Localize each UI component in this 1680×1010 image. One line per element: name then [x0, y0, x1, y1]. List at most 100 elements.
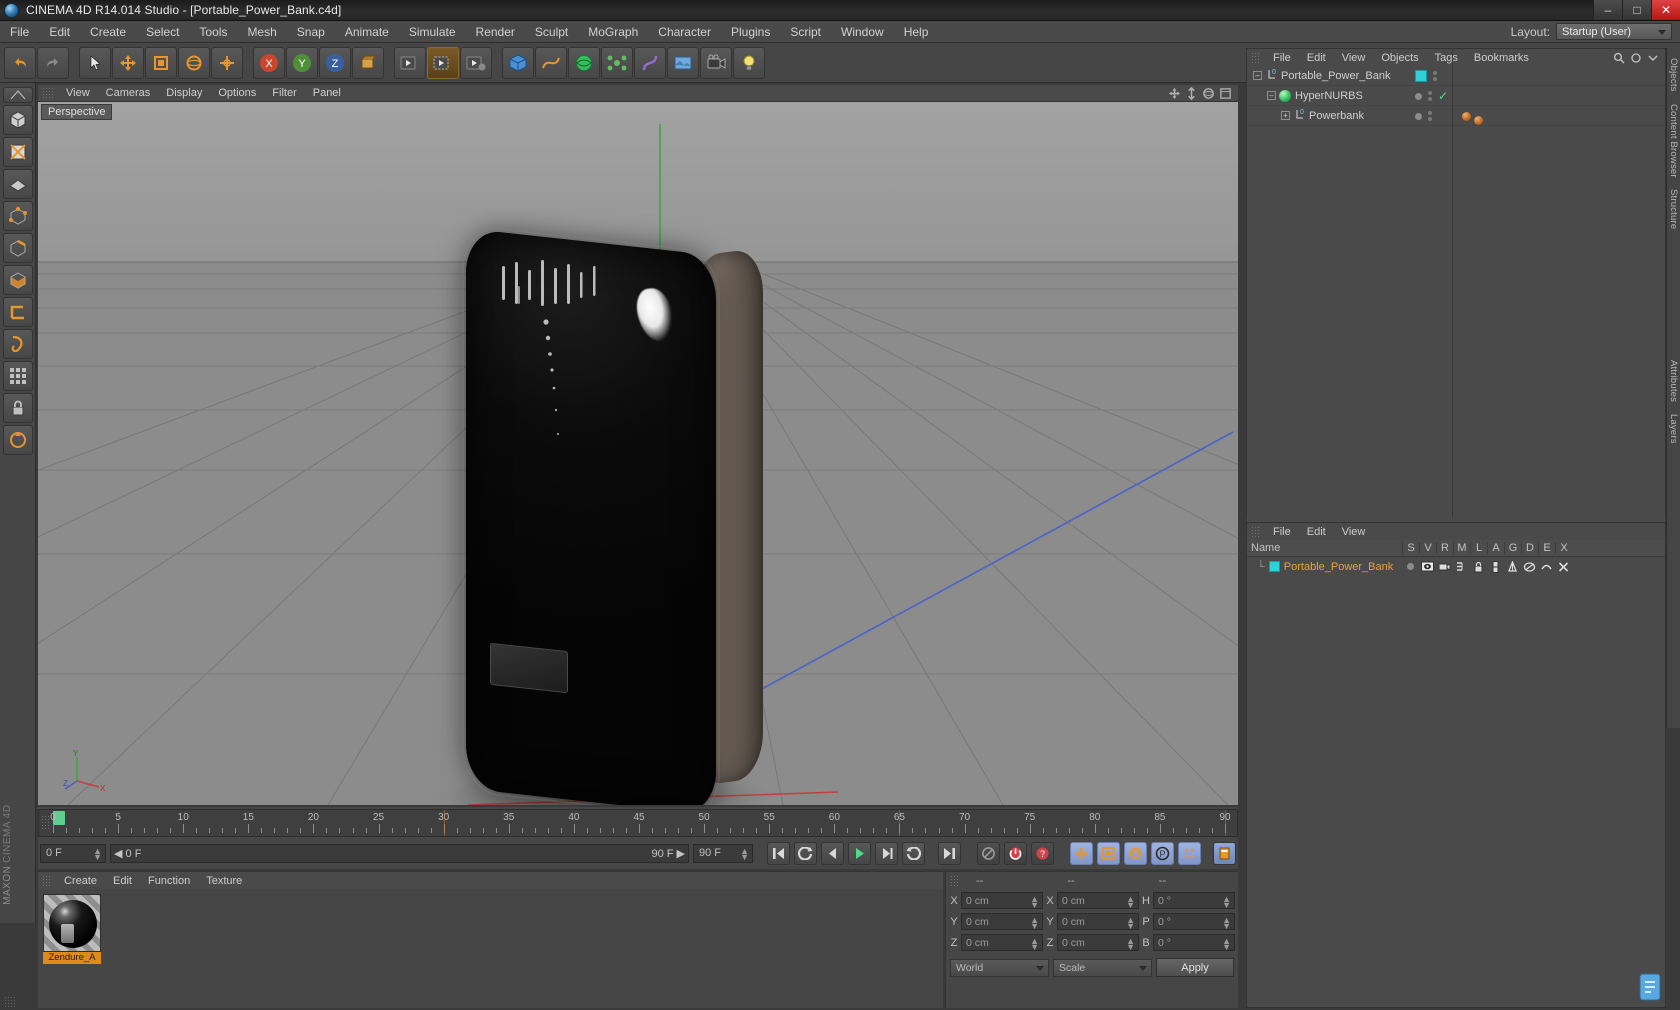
layer-col-d[interactable]: D	[1521, 542, 1538, 554]
menu-item-render[interactable]: Render	[466, 22, 525, 42]
object-menu-edit[interactable]: Edit	[1299, 51, 1334, 65]
timeline-settings-button[interactable]	[1213, 841, 1236, 865]
pan-icon[interactable]	[1168, 87, 1181, 100]
coordinate-system-dropdown[interactable]: World	[950, 958, 1049, 977]
render-visibility-dots[interactable]	[1433, 71, 1437, 81]
expand-toggle[interactable]: +	[1281, 111, 1290, 120]
keyframe-selection-button[interactable]: ?	[1031, 841, 1054, 865]
layer-toggle-cell[interactable]	[1453, 557, 1470, 576]
viewport-menu-view[interactable]: View	[58, 86, 98, 100]
size-field[interactable]: 0 cm ▲ ▼	[1057, 913, 1139, 931]
layer-menu-edit[interactable]: Edit	[1299, 525, 1334, 539]
menu-item-mograph[interactable]: MoGraph	[578, 22, 648, 42]
material-tag-icon[interactable]	[1474, 115, 1483, 125]
expand-toggle[interactable]: –	[1267, 91, 1276, 100]
position-field[interactable]: 0 cm ▲ ▼	[961, 892, 1043, 910]
layer-rows[interactable]: └ Portable_Power_Bank	[1247, 557, 1665, 576]
undo-button[interactable]	[4, 46, 36, 79]
apply-button[interactable]: Apply	[1156, 958, 1234, 977]
menu-item-animate[interactable]: Animate	[335, 22, 399, 42]
solo-dot[interactable]	[1407, 563, 1414, 570]
layer-col-e[interactable]: E	[1538, 542, 1555, 554]
add-camera-button[interactable]	[700, 46, 732, 79]
material-tag-icon[interactable]	[1462, 111, 1471, 121]
object-tree[interactable]: –0 Portable_Power_Bank – HyperNURBS ✓ +0 Power…	[1247, 49, 1665, 534]
layer-menu-file[interactable]: File	[1265, 525, 1299, 539]
material-item[interactable]: Zendure_A	[43, 894, 101, 964]
layer-col-r[interactable]: R	[1436, 542, 1453, 554]
go-to-end-button[interactable]	[938, 841, 961, 865]
layer-col-a[interactable]: A	[1487, 542, 1504, 554]
record-active-objects-button[interactable]	[1004, 841, 1027, 865]
menu-item-file[interactable]: File	[0, 22, 39, 42]
coordinate-system-button[interactable]	[352, 46, 384, 79]
layer-col-g[interactable]: G	[1504, 542, 1521, 554]
layer-col-name[interactable]: Name	[1247, 542, 1402, 554]
menu-item-window[interactable]: Window	[831, 22, 894, 42]
autokey-button[interactable]	[977, 841, 1000, 865]
menu-item-simulate[interactable]: Simulate	[399, 22, 466, 42]
previous-key-button[interactable]	[794, 841, 817, 865]
layer-toggle-cell[interactable]	[1487, 557, 1504, 576]
maximize-viewport-icon[interactable]	[1219, 87, 1232, 100]
rotation-field[interactable]: 0 ° ▲ ▼	[1153, 913, 1235, 931]
material-menu-function[interactable]: Function	[140, 874, 198, 888]
panel-grip-icon[interactable]	[1251, 525, 1261, 538]
timeline-track[interactable]: 051015202530354045505560657075808590	[50, 810, 1233, 836]
editor-visibility-dot[interactable]	[1415, 112, 1422, 120]
dock-tab-attributes[interactable]: Attributes	[1668, 354, 1679, 408]
layer-toggle-cell[interactable]	[1521, 557, 1538, 576]
viewport-menu-panel[interactable]: Panel	[305, 86, 349, 100]
step-forward-button[interactable]	[875, 841, 898, 865]
add-scene-button[interactable]	[667, 46, 699, 79]
layer-toggle-cell[interactable]	[1436, 557, 1453, 576]
material-menu-edit[interactable]: Edit	[105, 874, 140, 888]
next-key-button[interactable]	[902, 841, 925, 865]
lock-icon[interactable]	[1473, 561, 1484, 573]
layer-row[interactable]: └ Portable_Power_Bank	[1247, 557, 1665, 576]
polygon-mode-button[interactable]	[2, 169, 33, 199]
layer-col-s[interactable]: S	[1402, 542, 1419, 554]
material-thumbnail[interactable]	[43, 894, 101, 952]
3d-viewport[interactable]: Perspective Y X Z	[38, 102, 1238, 805]
layer-toggle-cell[interactable]	[1470, 557, 1487, 576]
object-menu-view[interactable]: View	[1334, 51, 1374, 65]
position-field[interactable]: 0 cm ▲ ▼	[961, 934, 1043, 952]
close-button[interactable]: ✕	[1651, 0, 1680, 20]
point-mode-button[interactable]	[2, 201, 33, 231]
editor-visibility-dot[interactable]	[1415, 92, 1422, 100]
generator-icon[interactable]	[1506, 560, 1519, 573]
visibility-icon[interactable]	[1421, 561, 1434, 572]
object-menu-objects[interactable]: Objects	[1373, 51, 1426, 65]
search-icon[interactable]	[1613, 52, 1625, 64]
stepper[interactable]: ▲ ▼	[1222, 937, 1231, 952]
viewport-menu-cameras[interactable]: Cameras	[98, 86, 159, 100]
enable-check-icon[interactable]: ✓	[1438, 90, 1448, 102]
render-settings-button[interactable]	[460, 46, 492, 79]
record-scale-button[interactable]	[1097, 841, 1120, 865]
layer-col-v[interactable]: V	[1419, 542, 1436, 554]
add-array-button[interactable]	[601, 46, 633, 79]
layer-toggle-cell[interactable]	[1538, 557, 1555, 576]
enable-axis-button[interactable]	[2, 425, 33, 455]
render-region-button[interactable]	[427, 46, 459, 79]
menu-item-plugins[interactable]: Plugins	[721, 22, 780, 42]
size-field[interactable]: 0 cm ▲ ▼	[1057, 892, 1139, 910]
model-mode-button[interactable]	[2, 105, 33, 135]
deformer-icon[interactable]	[1523, 561, 1536, 573]
record-position-button[interactable]	[1070, 841, 1093, 865]
layer-toggle-cell[interactable]	[1555, 557, 1572, 576]
object-menu-tags[interactable]: Tags	[1427, 51, 1466, 65]
rotate-tool[interactable]	[178, 46, 210, 79]
menu-item-snap[interactable]: Snap	[287, 22, 335, 42]
go-to-start-button[interactable]	[767, 841, 790, 865]
grid-button[interactable]	[2, 361, 33, 391]
maximize-button[interactable]: □	[1622, 0, 1651, 20]
current-frame-field[interactable]: 0 F ▲ ▼	[40, 843, 106, 863]
render-visibility-dots[interactable]	[1428, 91, 1432, 101]
menu-item-script[interactable]: Script	[780, 22, 831, 42]
stepper[interactable]: ▲ ▼	[1030, 916, 1039, 931]
end-frame-field[interactable]: 90 F ▲ ▼	[693, 843, 753, 863]
stepper[interactable]: ▲ ▼	[1126, 895, 1135, 910]
expression-icon[interactable]	[1540, 561, 1553, 573]
